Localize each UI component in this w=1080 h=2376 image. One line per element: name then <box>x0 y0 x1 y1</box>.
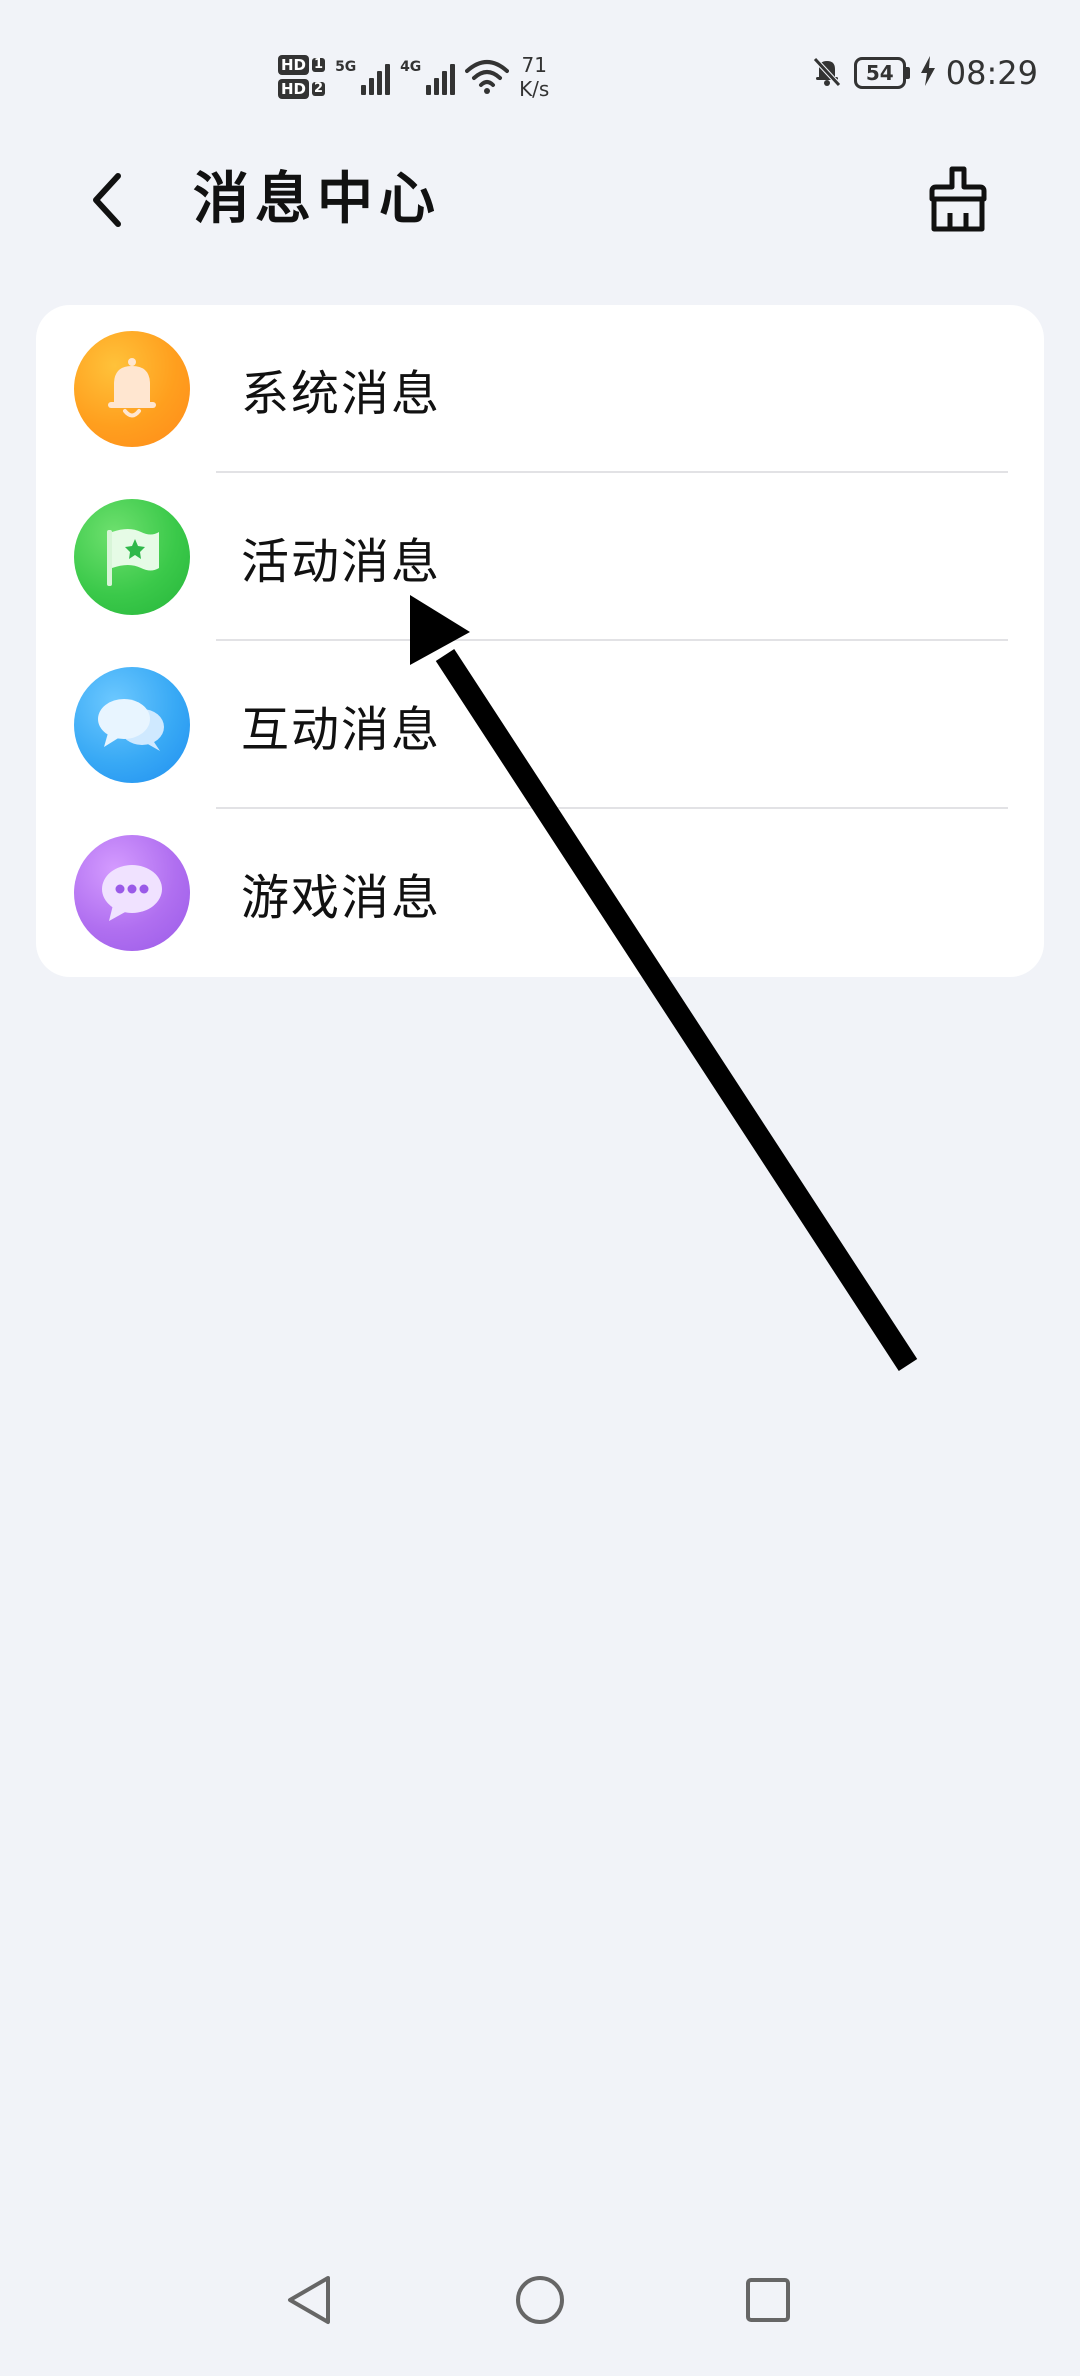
net1-label: 5G <box>335 59 357 75</box>
list-item-system-messages[interactable]: 系统消息 <box>36 305 1044 473</box>
sim2-number: 2 <box>312 81 326 96</box>
charging-icon <box>920 56 936 90</box>
wifi-icon <box>465 59 510 95</box>
nav-back-button[interactable] <box>270 2260 350 2340</box>
speed-value: 71 <box>521 53 547 77</box>
signal-4g-icon: 4G <box>400 59 456 95</box>
broom-icon <box>929 166 987 232</box>
net2-label: 4G <box>400 59 422 75</box>
recents-square-icon <box>746 2278 790 2322</box>
list-item-label: 游戏消息 <box>241 870 442 926</box>
page-title: 消息中心 <box>193 167 441 232</box>
speed-unit: K/s <box>519 77 550 101</box>
list-item-activity-messages[interactable]: 活动消息 <box>36 473 1044 641</box>
list-item-label: 系统消息 <box>241 366 442 422</box>
mute-bell-icon <box>810 54 844 92</box>
app-header: 消息中心 <box>0 140 1080 260</box>
list-item-game-messages[interactable]: 游戏消息 <box>36 809 1044 977</box>
status-bar: HD 1 HD 2 5G 4G 71 K/s 54 08:29 <box>0 0 1080 140</box>
sim1-number: 1 <box>312 57 326 72</box>
list-item-label: 互动消息 <box>241 702 442 758</box>
status-left: HD 1 HD 2 5G 4G 71 K/s <box>278 42 549 112</box>
nav-recents-button[interactable] <box>728 2260 808 2340</box>
system-navigation-bar <box>0 2250 1080 2376</box>
sim2-hd: HD <box>278 79 310 99</box>
message-dots-icon <box>74 835 190 951</box>
clock: 08:29 <box>945 54 1038 92</box>
sim-indicators: HD 1 HD 2 <box>278 55 326 99</box>
chevron-left-icon <box>93 173 121 227</box>
chat-bubbles-icon <box>74 667 190 783</box>
back-button[interactable] <box>76 164 136 236</box>
network-speed: 71 K/s <box>519 53 549 101</box>
battery-level: 54 <box>853 57 906 89</box>
back-triangle-icon <box>288 2276 330 2324</box>
bell-icon <box>74 331 190 447</box>
flag-icon <box>74 499 190 615</box>
clear-messages-button[interactable] <box>920 162 996 238</box>
sim2-indicator: HD 2 <box>278 79 326 99</box>
nav-home-button[interactable] <box>500 2260 580 2340</box>
signal-5g-icon: 5G <box>335 59 391 95</box>
sim1-hd: HD <box>278 55 310 75</box>
sim1-indicator: HD 1 <box>278 55 326 75</box>
status-right: 54 08:29 <box>810 54 1038 92</box>
battery-indicator: 54 <box>853 57 910 89</box>
message-category-list: 系统消息 活动消息 互动消息 游戏消息 <box>36 305 1044 977</box>
list-item-label: 活动消息 <box>241 534 442 590</box>
home-circle-icon <box>516 2276 564 2324</box>
list-item-interaction-messages[interactable]: 互动消息 <box>36 641 1044 809</box>
